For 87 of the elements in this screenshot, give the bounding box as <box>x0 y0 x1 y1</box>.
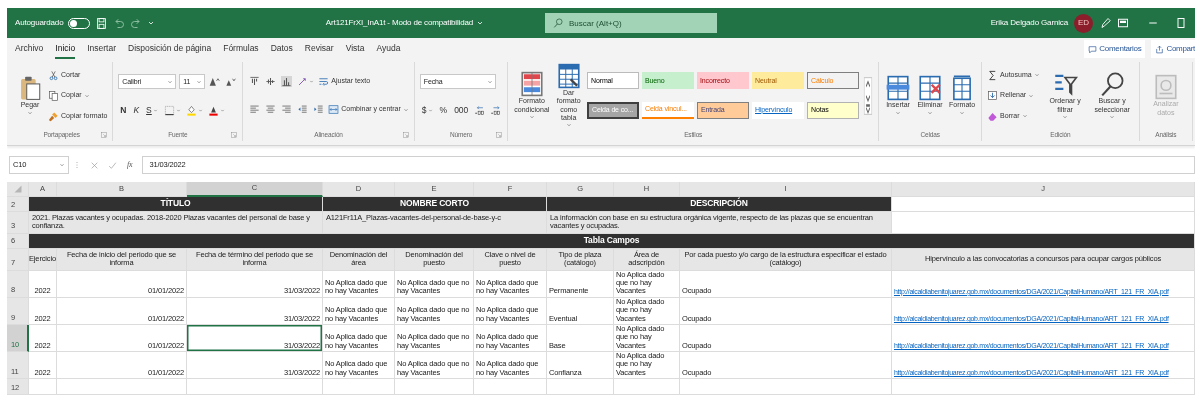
menu-tab[interactable]: Revisar <box>304 39 334 59</box>
insert-function-button[interactable]: fx <box>127 159 133 171</box>
align-left-icon <box>249 104 261 115</box>
launcher-icon[interactable] <box>231 132 238 138</box>
empty-cell <box>547 379 614 396</box>
window-title: Art121FrXI_InA1t - Modo de compatibilidad <box>325 17 474 29</box>
align-middle-icon <box>265 76 277 87</box>
caret-icon <box>167 78 174 85</box>
maximize-icon[interactable] <box>1175 17 1187 29</box>
redo-icon[interactable] <box>130 17 143 29</box>
select-all-icon[interactable] <box>13 185 22 193</box>
copy-icon <box>48 90 59 101</box>
menu-tab[interactable]: Disposición de página <box>128 39 212 59</box>
ribbon-button[interactable]: N <box>118 103 129 117</box>
search-field[interactable]: Buscar (Alt+Q) <box>545 13 717 33</box>
launcher-icon[interactable] <box>402 132 409 138</box>
fill-down-icon <box>987 90 999 101</box>
menu-tab[interactable]: Insertar <box>87 39 116 59</box>
search-icon <box>1099 71 1126 98</box>
align-right-icon <box>281 104 293 115</box>
enter-icon[interactable] <box>108 160 117 170</box>
ribbon-button[interactable]: % <box>437 103 450 117</box>
share-button[interactable]: Compart <box>1151 40 1195 58</box>
scissors-icon <box>48 69 59 81</box>
caret-icon <box>486 78 493 85</box>
conditional-format-icon <box>518 71 545 98</box>
menu-tab[interactable]: Inicio <box>55 39 76 59</box>
user-avatar[interactable]: ED <box>1074 13 1093 33</box>
insert-cells-icon <box>885 75 912 102</box>
delete-cells-icon <box>917 75 944 102</box>
menu-tab[interactable]: Fórmulas <box>223 39 259 59</box>
pen-icon[interactable] <box>1099 17 1111 29</box>
indent-icon <box>313 104 325 115</box>
autosave-label: Autoguardado <box>15 17 64 29</box>
launcher-icon[interactable] <box>101 132 108 138</box>
ribbon-button[interactable]: $ <box>419 103 435 117</box>
caret-icon <box>59 162 65 168</box>
ribbon-display-icon[interactable] <box>1117 17 1129 29</box>
decrease-decimal-icon <box>490 104 502 116</box>
caret-icon <box>196 78 203 85</box>
ribbon-button[interactable] <box>264 75 278 88</box>
shrink-font-icon <box>225 76 237 88</box>
eraser-icon <box>987 110 999 122</box>
align-top-icon <box>249 76 261 87</box>
align-center-icon <box>265 104 277 115</box>
ribbon-button[interactable] <box>280 75 294 88</box>
borders-icon <box>163 104 175 116</box>
menu-tab[interactable]: Datos <box>270 39 293 59</box>
comments-button[interactable]: Comentarios <box>1084 40 1146 58</box>
empty-cell <box>614 379 680 396</box>
user-name: Erika Delgado Garnica <box>990 17 1068 29</box>
gallery-scroll-icon[interactable] <box>863 76 874 115</box>
undo-icon[interactable] <box>113 17 126 29</box>
menu-tab[interactable]: Vista <box>345 39 365 59</box>
analyze-data-icon <box>1152 74 1179 101</box>
menu-tab[interactable]: Archivo <box>15 39 44 59</box>
save-icon[interactable] <box>95 16 109 30</box>
table-cell: DESCRIPCIÓN <box>547 197 892 212</box>
launcher-icon[interactable] <box>496 132 503 138</box>
fill-color-icon <box>185 104 197 116</box>
caret-icon[interactable] <box>147 19 156 27</box>
outdent-icon <box>297 104 309 115</box>
cancel-icon[interactable] <box>90 160 99 170</box>
grow-font-icon <box>209 76 221 88</box>
menu-tab[interactable]: Ayuda <box>376 39 401 59</box>
ribbon-button[interactable] <box>248 75 262 88</box>
table-format-icon <box>555 63 582 90</box>
table-cell: NOMBRE CORTO <box>323 197 547 212</box>
ribbon-button[interactable] <box>208 75 222 89</box>
share-icon <box>1155 44 1165 54</box>
empty-cell <box>323 379 395 396</box>
brush-icon <box>48 110 59 122</box>
comment-icon <box>1088 44 1098 54</box>
font-color-icon <box>207 104 219 116</box>
search-icon <box>553 18 563 28</box>
table-cell: TÍTULO <box>29 197 323 212</box>
ribbon-button[interactable] <box>162 103 182 117</box>
chevron-icon[interactable] <box>476 19 485 27</box>
ribbon-button[interactable]: 000 <box>452 103 471 117</box>
ribbon-button[interactable] <box>296 75 316 88</box>
orientation-icon <box>297 76 309 87</box>
wrap-text-icon <box>318 76 330 87</box>
ribbon-button[interactable]: K <box>131 103 142 117</box>
merge-icon <box>328 104 340 115</box>
increase-decimal-icon <box>474 104 486 116</box>
ribbon-button[interactable]: S <box>144 103 160 117</box>
align-bottom-icon <box>281 76 293 87</box>
